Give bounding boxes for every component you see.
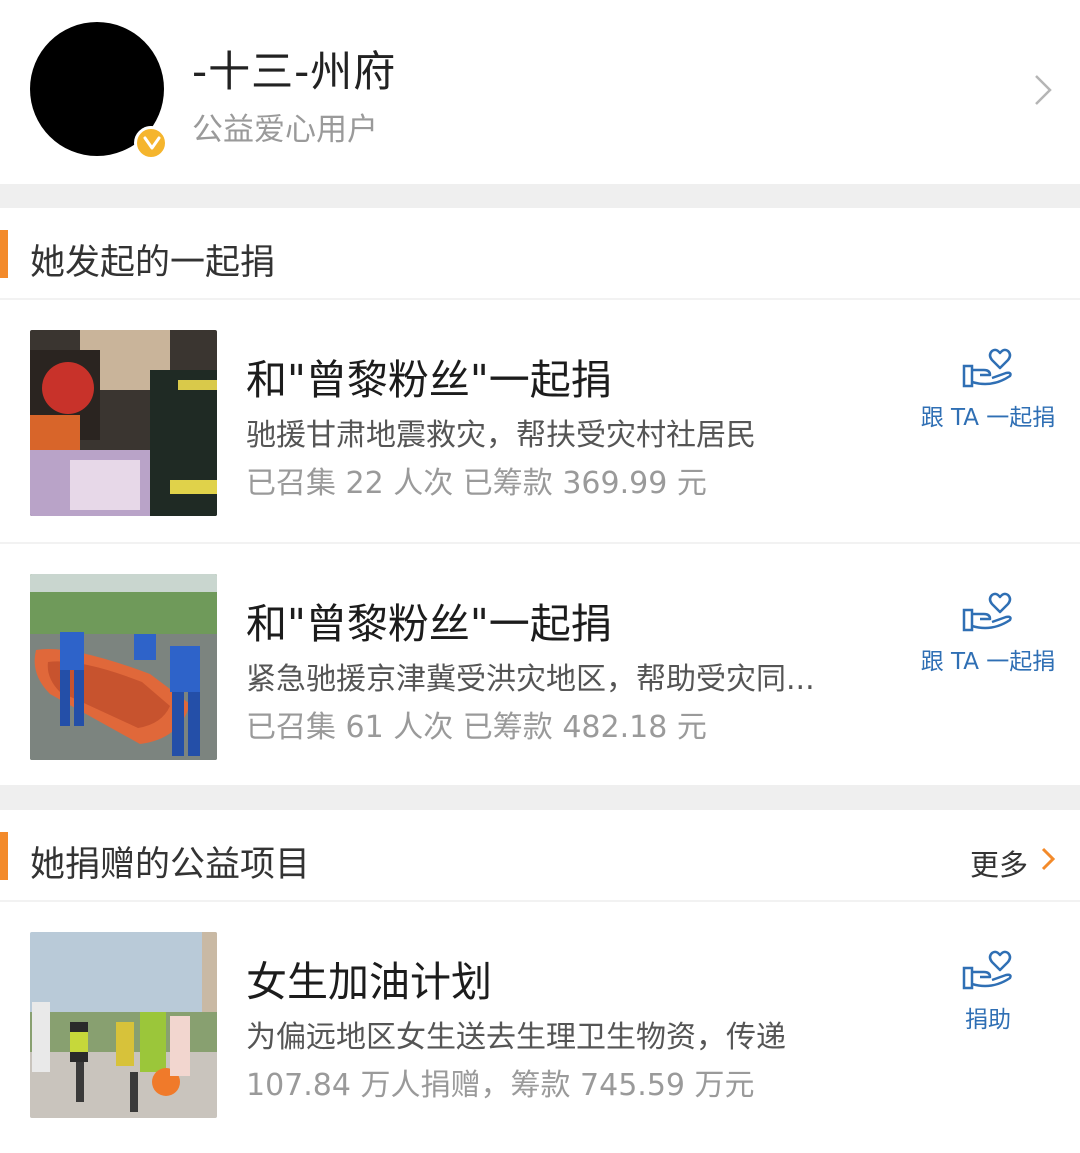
profile-name: -十三-州府: [192, 47, 397, 96]
profile-header[interactable]: -十三-州府 公益爱心用户: [0, 0, 1080, 184]
join-donate-button[interactable]: 跟 TA 一起捐: [900, 592, 1076, 702]
item-title: 和"曾黎粉丝"一起捐: [246, 600, 612, 648]
item-description: 紧急驰援京津冀受洪灾地区，帮助受灾同...: [246, 662, 815, 697]
list-item[interactable]: 和"曾黎粉丝"一起捐 驰援甘肃地震救灾，帮扶受灾村社居民 已召集 22 人次 已…: [0, 300, 1080, 544]
donate-label: 捐助: [965, 1007, 1011, 1033]
heart-hand-icon: [962, 592, 1012, 632]
list-item[interactable]: 女生加油计划 为偏远地区女生送去生理卫生物资，传递 107.84 万人捐赠，筹款…: [0, 902, 1080, 1146]
more-link[interactable]: 更多: [970, 842, 1028, 884]
join-donate-label: 跟 TA 一起捐: [920, 405, 1056, 431]
list-item[interactable]: 和"曾黎粉丝"一起捐 紧急驰援京津冀受洪灾地区，帮助受灾同... 已召集 61 …: [0, 544, 1080, 788]
profile-subtitle: 公益爱心用户: [192, 112, 378, 148]
item-description: 为偏远地区女生送去生理卫生物资，传递: [246, 1020, 786, 1055]
join-donate-label: 跟 TA 一起捐: [920, 649, 1056, 675]
item-title: 女生加油计划: [246, 958, 492, 1006]
item-stats: 已召集 22 人次 已筹款 369.99 元: [246, 466, 707, 501]
heart-hand-icon: [962, 348, 1012, 388]
section-title: 她发起的一起捐: [30, 243, 276, 283]
join-donate-button[interactable]: 跟 TA 一起捐: [900, 348, 1076, 458]
initiated-donations-section: 她发起的一起捐 和"曾黎粉丝"一起捐 驰援甘肃地震救灾，帮扶受灾村社居民 已召集…: [0, 208, 1080, 785]
section-header: 她捐赠的公益项目 更多: [0, 810, 1080, 902]
item-stats: 107.84 万人捐赠，筹款 745.59 万元: [246, 1068, 755, 1103]
chevron-right-icon[interactable]: [1040, 846, 1056, 872]
flood-rescue-image: [30, 574, 217, 760]
girls-plan-image: [30, 932, 217, 1118]
section-accent-bar: [0, 230, 8, 278]
donated-projects-section: 她捐赠的公益项目 更多 女生加油计划 为偏远地区女生送去生理卫生物资，传递 10…: [0, 810, 1080, 1153]
item-stats: 已召集 61 人次 已筹款 482.18 元: [246, 710, 707, 745]
item-title: 和"曾黎粉丝"一起捐: [246, 356, 612, 404]
chevron-right-icon[interactable]: [1032, 72, 1054, 108]
earthquake-rescue-image: [30, 330, 217, 516]
section-accent-bar: [0, 832, 8, 880]
verified-badge-icon: [134, 126, 168, 160]
donate-button[interactable]: 捐助: [900, 950, 1076, 1060]
heart-hand-icon: [962, 950, 1012, 990]
text-fade: [796, 1012, 866, 1054]
item-description: 驰援甘肃地震救灾，帮扶受灾村社居民: [246, 418, 756, 453]
section-title: 她捐赠的公益项目: [30, 845, 311, 885]
section-header: 她发起的一起捐: [0, 208, 1080, 300]
